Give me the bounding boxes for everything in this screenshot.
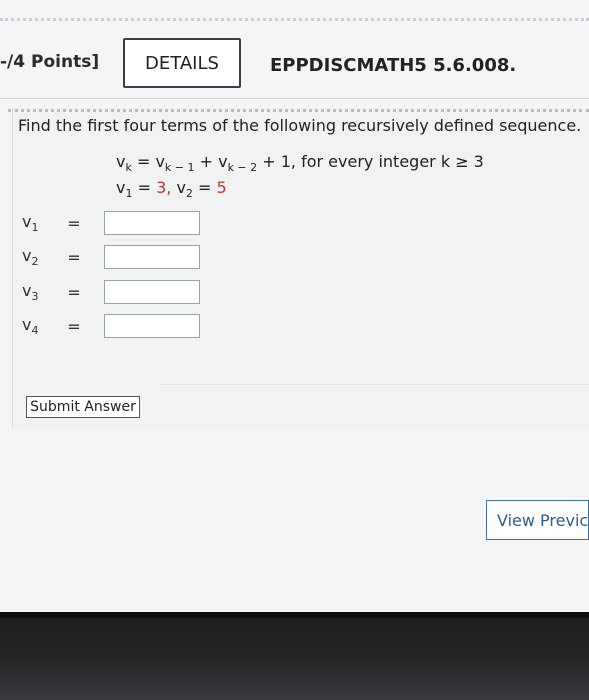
- answer-input-v3[interactable]: [104, 280, 200, 304]
- answer-row-v2: v2 =: [22, 244, 200, 270]
- answer-var-v1: v1: [22, 212, 39, 234]
- term-vk1: v: [155, 152, 165, 171]
- init-v1-eq: =: [137, 178, 151, 197]
- answer-var-v4: v4: [22, 315, 39, 337]
- answer-var-v2: v2: [22, 246, 39, 268]
- answer-row-v4: v4 =: [22, 313, 200, 339]
- top-divider: [0, 18, 589, 21]
- answer-input-v1[interactable]: [104, 211, 200, 235]
- term-vk-sub: k: [125, 161, 132, 174]
- problem-code: EPPDISCMATH5 5.6.008.: [270, 55, 517, 76]
- plus-sign: +: [199, 152, 213, 171]
- submit-answer-button[interactable]: Submit Answer: [26, 396, 140, 418]
- recurrence-equation: vk = vk − 1 + vk − 2 + 1, for every inte…: [116, 152, 484, 174]
- answer-input-v4[interactable]: [104, 314, 200, 338]
- answer-row-v3: v3 =: [22, 279, 200, 305]
- term-vk2: v: [218, 152, 228, 171]
- equals-sign: =: [136, 152, 151, 171]
- header-divider: [0, 98, 589, 99]
- init-v2-sub: 2: [185, 187, 193, 200]
- panel-side-divider: [160, 384, 589, 385]
- monitor-bezel-edge: [0, 612, 589, 618]
- init-v1-value: 3: [156, 178, 167, 197]
- answer-row-v1: v1 =: [22, 210, 200, 236]
- answer-var-v3: v3: [22, 281, 39, 303]
- monitor-bezel: [0, 612, 589, 700]
- recurrence-tail: + 1, for every integer k ≥ 3: [262, 152, 484, 171]
- answer-eq-v2: =: [67, 247, 81, 267]
- init-v2-eq: =: [198, 178, 212, 197]
- question-prompt: Find the first four terms of the followi…: [18, 116, 582, 135]
- points-label: -/4 Points]: [0, 52, 100, 72]
- initial-conditions: v1 = 3, v2 = 5: [116, 178, 227, 200]
- panel-divider: [8, 109, 589, 112]
- term-vk2-sub: k − 2: [227, 161, 258, 174]
- view-previous-button[interactable]: View Previc: [486, 500, 589, 540]
- answer-eq-v3: =: [67, 282, 81, 302]
- answer-eq-v4: =: [67, 316, 81, 336]
- init-v2: v: [176, 178, 186, 197]
- init-comma: ,: [166, 178, 172, 197]
- answer-eq-v1: =: [67, 213, 81, 233]
- init-v1-sub: 1: [125, 187, 133, 200]
- term-vk1-sub: k − 1: [164, 161, 195, 174]
- details-button[interactable]: DETAILS: [123, 38, 241, 88]
- init-v2-value: 5: [216, 178, 227, 197]
- answer-input-v2[interactable]: [104, 245, 200, 269]
